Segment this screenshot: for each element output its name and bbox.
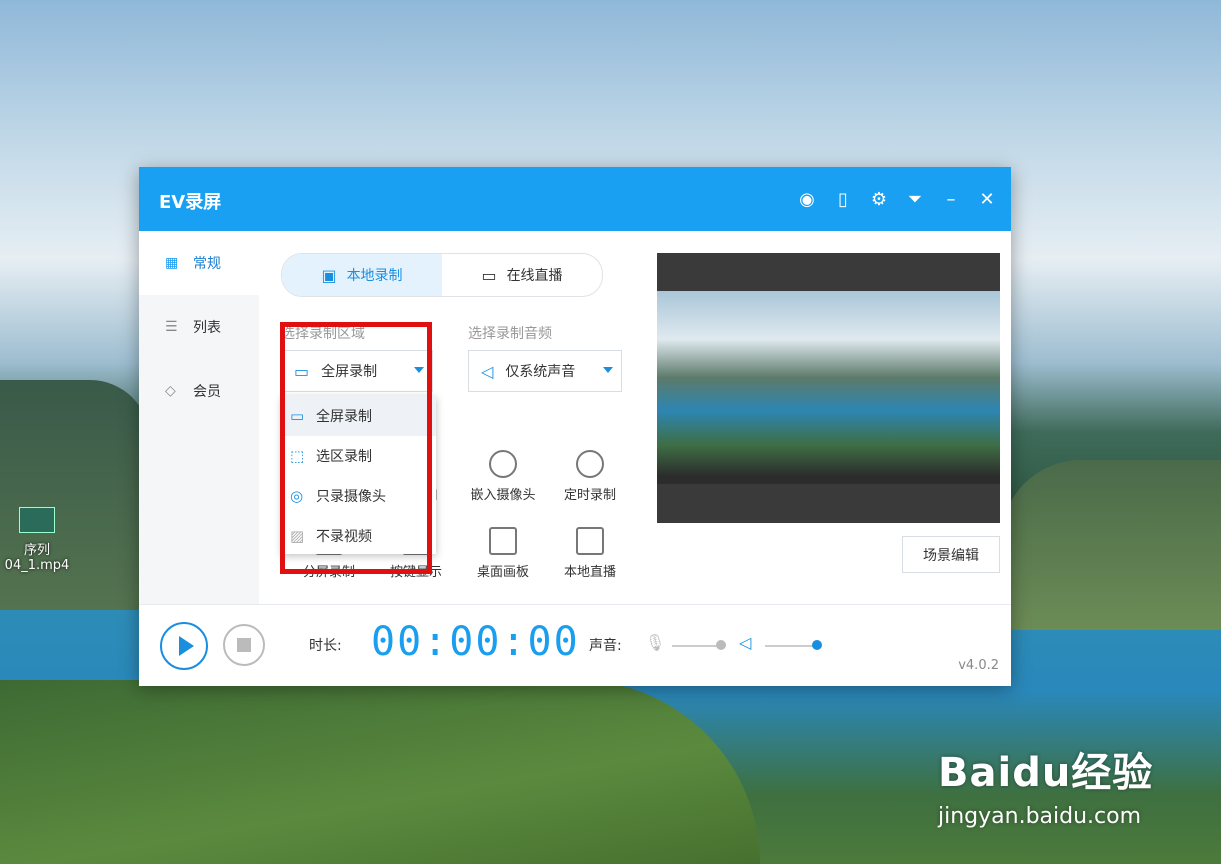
video-file-icon [19,507,55,533]
grid-icon: ▦ [165,255,179,271]
tool-timed-record[interactable]: 定时录制 [550,450,630,503]
user-icon[interactable]: ◉ [795,187,819,211]
sidebar: ▦ 常规 ☰ 列表 ◇ 会员 [139,231,259,604]
sidebar-item-list[interactable]: ☰ 列表 [139,295,259,359]
title-bar-icons: ◉ ▯ ⚙ ⏷ – ✕ [795,187,999,211]
diamond-icon: ◇ [165,383,176,399]
desktop-shore [0,680,760,864]
tool-label: 定时录制 [563,488,616,503]
app-window: EV录屏 ◉ ▯ ⚙ ⏷ – ✕ ▦ 常规 ☰ 列表 ◇ 会员 ▣ 本地录制 ▭ [139,167,1011,686]
app-title: EV录屏 [159,192,222,213]
tab-label: 在线直播 [506,268,563,284]
scene-edit-button[interactable]: 场景编辑 [902,536,1000,573]
tv-icon: ▭ [481,265,497,285]
audio-select[interactable]: ◁ 仅系统声音 [468,350,622,392]
desktop-file-label-2: 04_1.mp4 [4,558,70,573]
desktop-file-icon[interactable]: 序列 04_1.mp4 [4,507,70,573]
speaker-volume-knob[interactable] [812,640,822,650]
list-icon: ☰ [165,319,178,335]
play-button[interactable] [160,622,208,670]
audio-label: 选择录制音频 [468,326,552,342]
audio-select-value: 仅系统声音 [505,364,576,380]
speaker-icon: ◁ [481,361,494,381]
watermark-url: jingyan.baidu.com [938,804,1142,829]
desktop-file-label-1: 序列 [23,543,50,558]
version-label: v4.0.2 [958,658,999,673]
monitor-play-icon [576,527,604,555]
easel-icon [489,527,517,555]
settings-icon[interactable]: ⚙ [867,187,891,211]
tab-live-stream[interactable]: ▭ 在线直播 [442,254,602,296]
phone-icon[interactable]: ▯ [831,187,855,211]
tool-desktop-board[interactable]: 桌面画板 [463,527,543,580]
record-icon: ▣ [321,265,337,285]
title-bar: EV录屏 ◉ ▯ ⚙ ⏷ – ✕ [139,167,1011,231]
highlight-annotation-box [280,322,432,574]
timer-display: 00:00:00 [371,619,580,665]
mic-volume-knob[interactable] [716,640,727,650]
minimize-icon[interactable]: – [939,187,963,211]
close-icon[interactable]: ✕ [975,187,999,211]
sidebar-item-label: 会员 [193,384,221,400]
watermark-brand: Baidu经验 [938,750,1154,796]
tool-label: 桌面画板 [476,565,529,580]
bottom-bar: 时长: 00:00:00 声音: 🎙 ◁ v4.0.2 [139,604,1011,686]
menu-icon[interactable]: ⏷ [903,187,927,211]
tool-label: 嵌入摄像头 [470,488,536,503]
sidebar-item-general[interactable]: ▦ 常规 [139,231,259,295]
stop-button[interactable] [223,624,265,666]
screen-preview [657,253,1000,523]
tool-local-live[interactable]: 本地直播 [550,527,630,580]
alarm-icon [576,450,604,478]
sidebar-item-label: 常规 [193,256,221,272]
desktop-hill-left [0,380,150,610]
baidu-watermark: Baidu经验 jingyan.baidu.com [938,740,1153,829]
speaker-icon[interactable]: ◁ [739,633,751,652]
microphone-icon[interactable]: 🎙 [645,633,665,652]
speaker-volume-slider[interactable] [765,645,817,647]
sidebar-item-label: 列表 [193,320,221,336]
tool-label: 本地直播 [563,565,616,580]
desktop-hill-right [1001,460,1221,630]
volume-label: 声音: [589,638,622,654]
preview-image [657,291,1000,484]
webcam-icon [489,450,517,478]
chevron-down-icon [603,367,613,373]
record-mode-tabs: ▣ 本地录制 ▭ 在线直播 [281,253,603,297]
duration-label: 时长: [309,638,342,654]
tab-label: 本地录制 [346,268,403,284]
sidebar-item-member[interactable]: ◇ 会员 [139,359,259,423]
tab-local-record[interactable]: ▣ 本地录制 [282,254,442,296]
tool-embed-webcam[interactable]: 嵌入摄像头 [463,450,543,503]
